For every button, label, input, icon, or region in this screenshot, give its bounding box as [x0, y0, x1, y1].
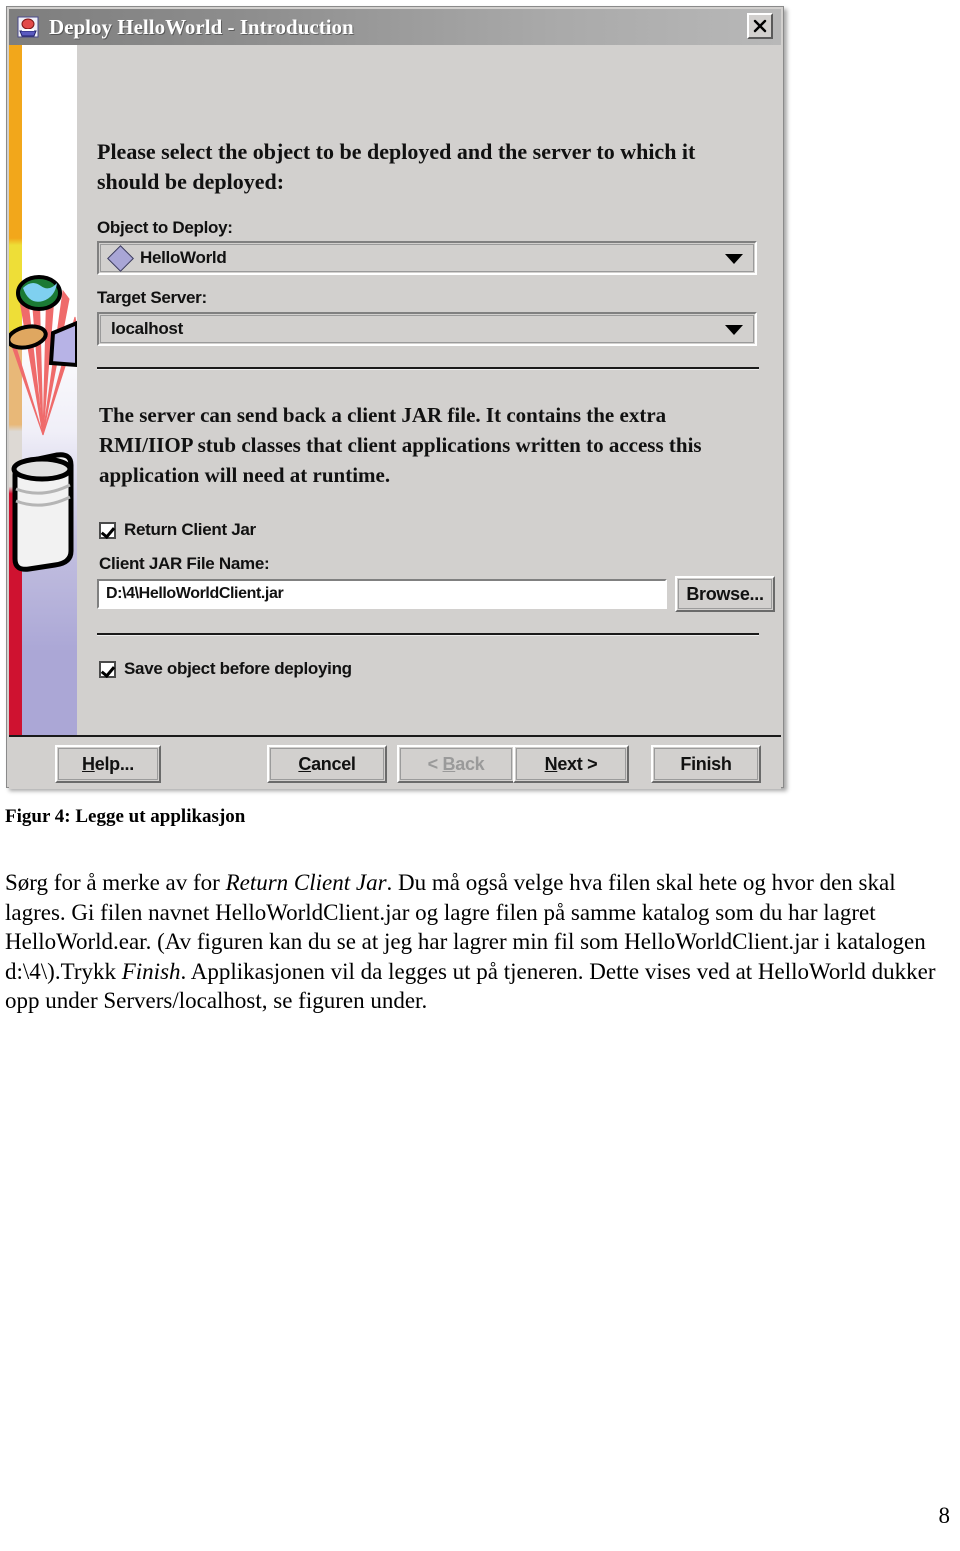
- client-jar-file-input[interactable]: D:\4\HelloWorldClient.jar: [97, 579, 667, 609]
- save-object-label: Save object before deploying: [124, 659, 352, 678]
- paragraph-run-0: Sørg for å merke av for: [5, 870, 226, 895]
- browse-button[interactable]: Browse...: [675, 576, 775, 612]
- cancel-button[interactable]: Cancel: [267, 745, 387, 783]
- dialog-button-bar: Help... Cancel < Back Next > Finish: [9, 735, 781, 789]
- deploy-wizard-screenshot: Deploy HelloWorld - Introduction Please …: [0, 0, 790, 795]
- cancel-button-mnemonic: C: [298, 753, 312, 774]
- finish-button-label: Finish: [680, 753, 732, 774]
- save-object-checkbox[interactable]: Save object before deploying: [99, 659, 352, 679]
- dialog-title: Deploy HelloWorld - Introduction: [49, 14, 354, 39]
- finish-button[interactable]: Finish: [651, 745, 761, 783]
- checkmark-icon: [99, 521, 116, 539]
- return-client-jar-checkbox[interactable]: Return Client Jar: [99, 520, 256, 540]
- next-button-mnemonic: N: [544, 753, 558, 774]
- target-server-label: Target Server:: [97, 288, 207, 307]
- back-button-mnemonic: B: [442, 753, 456, 774]
- page-number: 8: [938, 1503, 951, 1528]
- help-button-label: elp...: [94, 753, 135, 774]
- object-to-deploy-combobox[interactable]: HelloWorld: [97, 241, 757, 275]
- deploy-wizard-dialog: Deploy HelloWorld - Introduction Please …: [6, 6, 784, 789]
- target-server-combobox[interactable]: localhost: [97, 312, 757, 346]
- checkmark-icon: [99, 660, 116, 678]
- next-button-label: ext >: [557, 753, 598, 774]
- back-button-label: ack: [455, 753, 485, 774]
- back-button-lead: <: [427, 753, 443, 774]
- dialog-content: Please select the object to be deployed …: [77, 45, 781, 735]
- paragraph-run-3: Finish: [121, 958, 181, 984]
- deploy-app-icon: [17, 16, 39, 38]
- chevron-down-icon[interactable]: [725, 254, 743, 264]
- chevron-down-icon[interactable]: [725, 325, 743, 335]
- paragraph-run-1: Return Client Jar: [225, 870, 387, 895]
- diamond-object-icon: [107, 244, 134, 272]
- browse-button-label: Browse...: [686, 583, 764, 604]
- client-jar-file-label: Client JAR File Name:: [99, 554, 270, 573]
- dialog-titlebar: Deploy HelloWorld - Introduction: [9, 9, 781, 45]
- help-button-mnemonic: H: [82, 753, 95, 774]
- return-client-jar-label: Return Client Jar: [124, 520, 256, 539]
- close-icon[interactable]: [747, 13, 773, 39]
- intro-instruction: Please select the object to be deployed …: [97, 139, 696, 194]
- figure-caption: Figur 4: Legge ut applikasjon: [5, 806, 246, 827]
- banner-illustration-icon: [9, 275, 77, 572]
- cancel-button-label: ancel: [311, 753, 356, 774]
- client-jar-description: The server can send back a client JAR fi…: [99, 403, 702, 487]
- object-to-deploy-label: Object to Deploy:: [97, 218, 233, 237]
- separator-bottom: [97, 633, 759, 636]
- wizard-banner: [9, 45, 77, 735]
- next-button[interactable]: Next >: [513, 745, 629, 783]
- help-button[interactable]: Help...: [55, 745, 161, 783]
- object-to-deploy-value: HelloWorld: [140, 248, 227, 267]
- separator-top: [97, 367, 759, 370]
- body-paragraph: Sørg for å merke av for Return Client Ja…: [5, 868, 951, 1016]
- back-button: < Back: [397, 745, 515, 783]
- target-server-value: localhost: [111, 319, 183, 338]
